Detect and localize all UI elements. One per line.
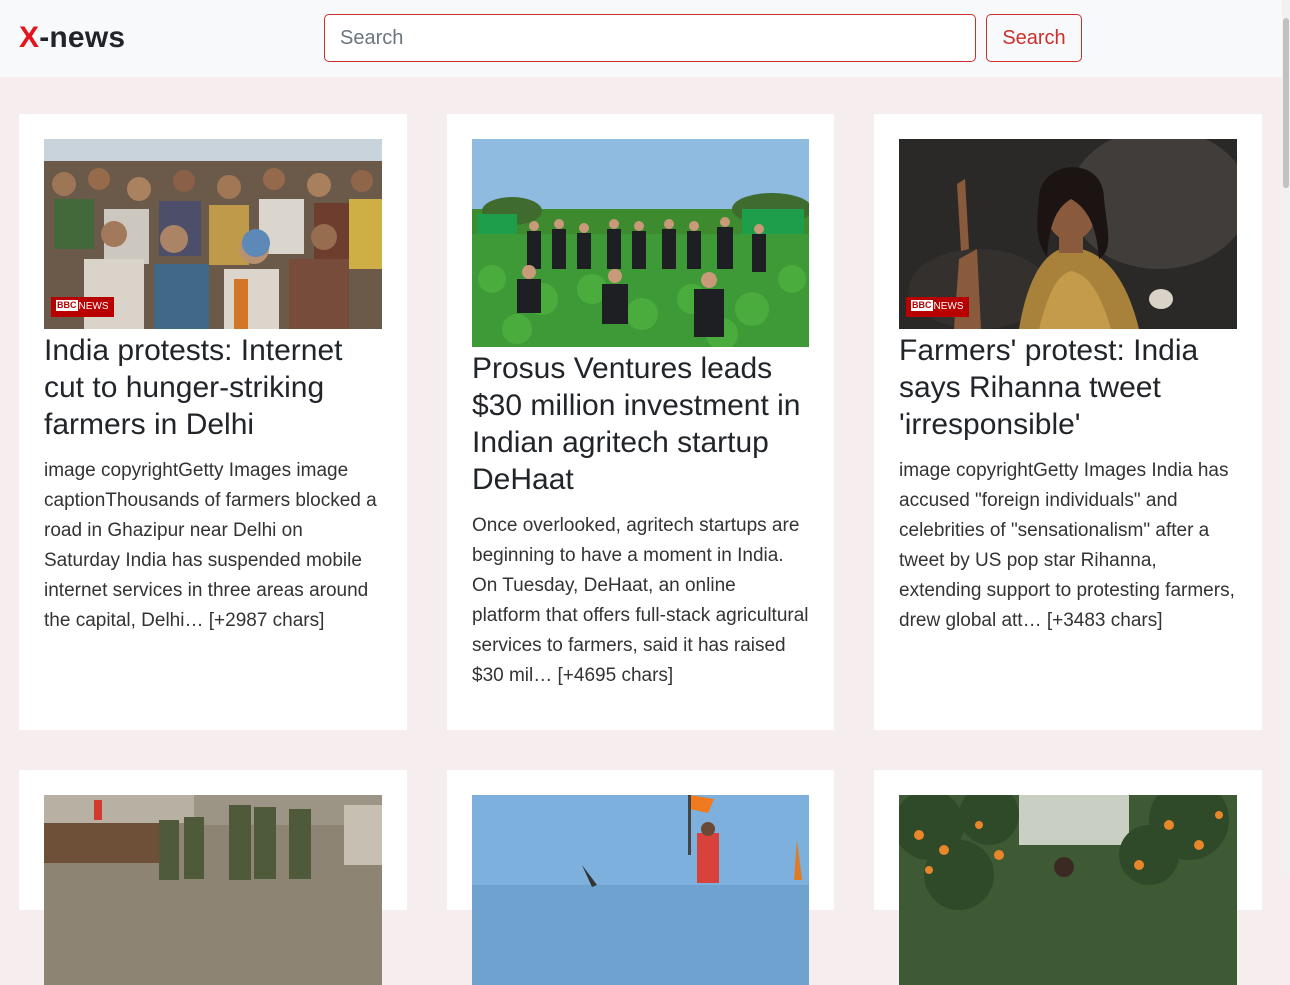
article-image[interactable] — [472, 795, 809, 985]
orchard-photo — [899, 795, 1237, 985]
bbc-logo: BBC — [911, 300, 933, 311]
field-team-photo — [472, 139, 809, 347]
scrollbar[interactable] — [1282, 0, 1290, 877]
news-card[interactable]: BBC NEWS Farmers' protest: India says Rih… — [874, 114, 1262, 730]
search-button[interactable]: Search — [986, 14, 1082, 62]
article-description: Once overlooked, agritech startups are b… — [472, 515, 809, 686]
article-image[interactable] — [472, 139, 809, 347]
bbc-logo: BBC — [56, 300, 78, 311]
news-card[interactable] — [19, 770, 407, 985]
news-card[interactable] — [447, 770, 834, 985]
news-card[interactable] — [874, 770, 1262, 985]
article-title[interactable]: Prosus Ventures leads $30 million invest… — [472, 350, 809, 498]
article-image[interactable] — [44, 795, 382, 985]
bbc-news-badge: BBC NEWS — [906, 297, 969, 317]
barricade-photo — [44, 795, 382, 985]
article-image[interactable]: BBC NEWS — [44, 139, 382, 329]
brand-logo[interactable]: X-news — [19, 20, 125, 56]
navbar: X-news Search — [0, 0, 1282, 77]
article-image[interactable]: BBC NEWS — [899, 139, 1237, 329]
bbc-news-label: NEWS — [78, 301, 109, 312]
article-image[interactable] — [899, 795, 1237, 985]
bbc-news-label: NEWS — [933, 301, 964, 312]
article-description: image copyrightGetty Images image captio… — [44, 460, 377, 631]
brand-accent: X — [19, 21, 40, 54]
bbc-news-badge: BBC NEWS — [51, 297, 114, 317]
scrollbar-thumb[interactable] — [1283, 18, 1289, 188]
brand-name: -news — [39, 21, 126, 54]
article-title[interactable]: Farmers' protest: India says Rihanna twe… — [899, 332, 1237, 443]
search-input[interactable] — [324, 14, 976, 62]
article-title[interactable]: India protests: Internet cut to hunger-s… — [44, 332, 382, 443]
article-description: image copyrightGetty Images India has ac… — [899, 460, 1235, 631]
news-card[interactable]: Prosus Ventures leads $30 million invest… — [447, 114, 834, 730]
news-card[interactable]: BBC NEWS India protests: Internet cut to … — [19, 114, 407, 730]
flag-photo — [472, 795, 809, 985]
